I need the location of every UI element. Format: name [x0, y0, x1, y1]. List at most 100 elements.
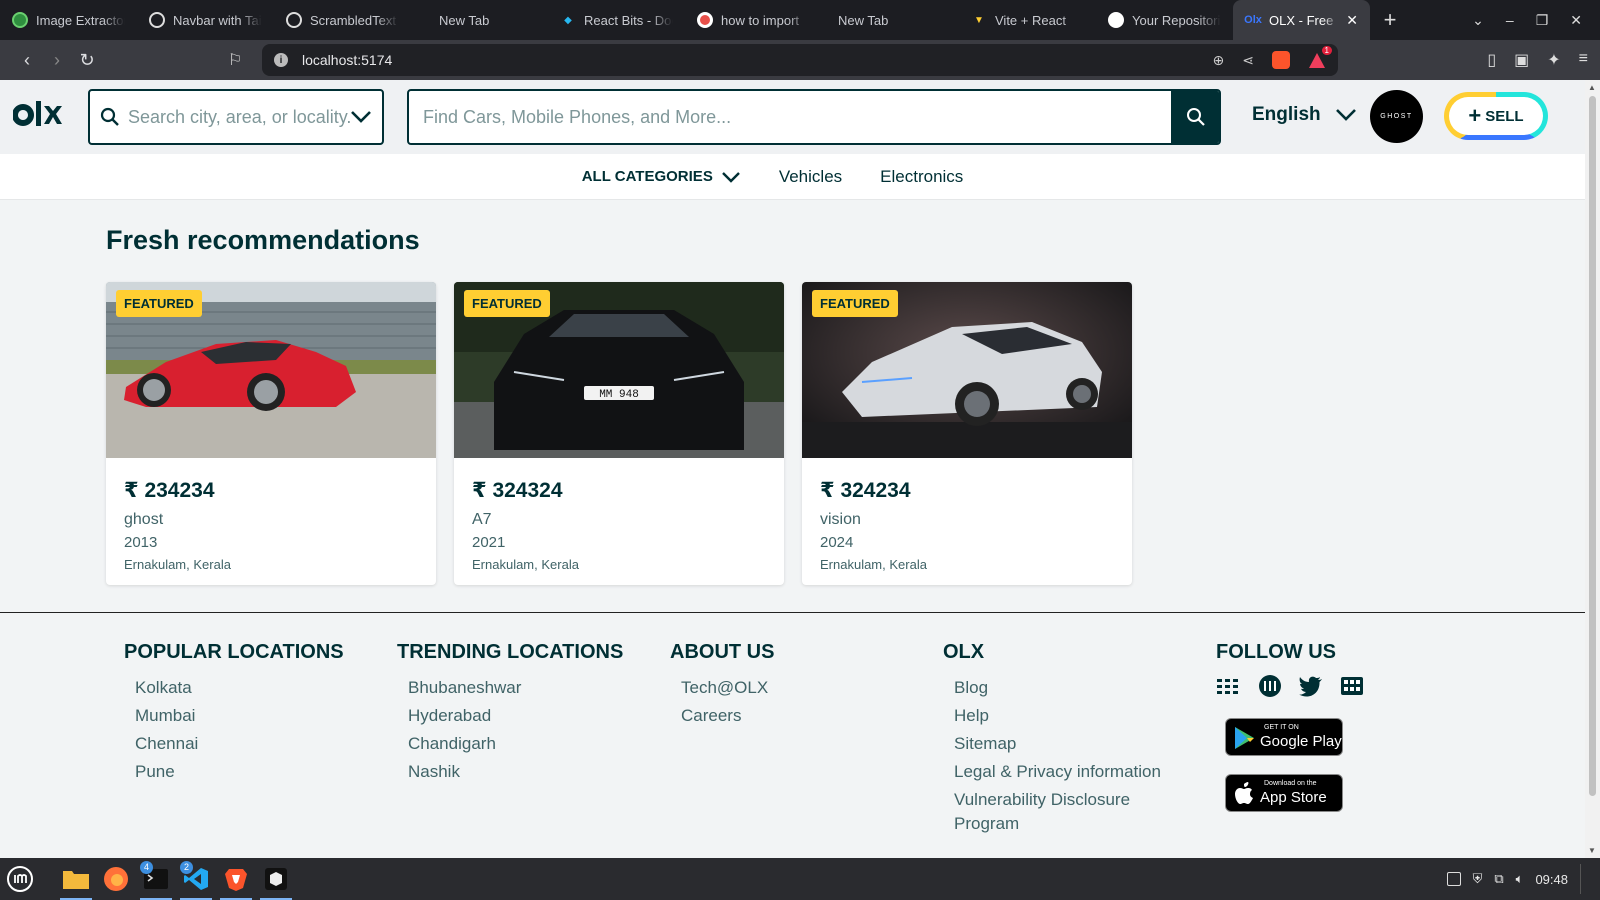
footer-link[interactable]: Pune	[135, 758, 344, 786]
brave-rewards-icon[interactable]: 1	[1308, 46, 1332, 69]
google-play-badge[interactable]: GET IT ON Google Play	[1225, 718, 1343, 756]
footer-link[interactable]: Bhubaneshwar	[408, 674, 623, 702]
footer-link[interactable]: Blog	[954, 674, 1161, 702]
back-icon[interactable]: ‹	[12, 50, 42, 71]
search-input[interactable]	[409, 106, 1171, 128]
avatar[interactable]: GHOST	[1370, 90, 1423, 143]
close-tab-icon[interactable]: ✕	[1346, 12, 1358, 29]
clipboard-icon[interactable]	[1446, 872, 1461, 886]
footer-link[interactable]: Help	[954, 702, 1161, 730]
search-button[interactable]	[1171, 91, 1219, 143]
location-input[interactable]	[128, 106, 350, 128]
scroll-down-icon[interactable]: ▼	[1588, 846, 1596, 855]
footer-link[interactable]: Vulnerability Disclosure Program	[954, 788, 1154, 836]
browser-tab[interactable]: New Tab	[822, 0, 959, 40]
browser-tab[interactable]: how to import	[685, 0, 822, 40]
featured-badge: FEATURED	[116, 290, 202, 317]
shield-icon[interactable]: ⛨	[1473, 871, 1483, 887]
footer-link[interactable]: Tech@OLX	[681, 674, 774, 702]
page-scrollbar[interactable]: ▲ ▼	[1585, 80, 1600, 858]
browser-tab[interactable]: Navbar with Tai	[137, 0, 274, 40]
terminal-app[interactable]: 4	[136, 858, 176, 900]
brave-app[interactable]	[216, 858, 256, 900]
site-info-icon[interactable]: i	[274, 53, 288, 67]
address-bar[interactable]: i localhost:5174 ⊕ ⋖ 1	[262, 44, 1338, 76]
listing-card[interactable]: FEATURED ₹ 234234 ghost 2013 Ernakulam, …	[106, 282, 436, 585]
chevron-down-icon	[1335, 109, 1356, 121]
footer-link[interactable]: Sitemap	[954, 730, 1161, 758]
category-link-vehicles[interactable]: Vehicles	[779, 167, 842, 187]
footer-link[interactable]: Hyderabad	[408, 702, 623, 730]
menu-icon[interactable]: ≡	[1579, 50, 1588, 70]
scroll-up-icon[interactable]: ▲	[1588, 83, 1596, 92]
license-plate-text: MM 948	[599, 389, 639, 401]
app-window[interactable]	[256, 858, 296, 900]
listing-title: vision	[820, 511, 861, 528]
app-store-badge[interactable]: Download on the App Store	[1225, 774, 1343, 812]
files-app[interactable]	[56, 858, 96, 900]
forward-icon[interactable]: ›	[42, 50, 72, 71]
sidebar-icon[interactable]: ▯	[1487, 50, 1496, 70]
all-categories-label: ALL CATEGORIES	[581, 168, 713, 185]
app-store-big: App Store	[1260, 789, 1327, 806]
listing-card[interactable]: FEATURED ₹ 324234 vision 2024 Ernakulam,…	[802, 282, 1132, 585]
footer-link[interactable]: Careers	[681, 702, 774, 730]
minimize-icon[interactable]: –	[1506, 12, 1514, 28]
listing-image: FEATURED	[802, 282, 1132, 458]
footer-link[interactable]: Chandigarh	[408, 730, 623, 758]
browser-tab[interactable]: ▼ Vite + React	[959, 0, 1096, 40]
bookmark-icon[interactable]: ⚐	[228, 50, 242, 70]
twitter-icon[interactable]	[1298, 674, 1324, 698]
share-icon[interactable]: ⋖	[1242, 52, 1254, 69]
brave-shields-icon[interactable]	[1272, 51, 1290, 69]
category-link-electronics[interactable]: Electronics	[880, 167, 963, 187]
sell-button[interactable]: + SELL	[1444, 92, 1548, 140]
github-icon	[1108, 12, 1124, 28]
maximize-icon[interactable]: ❐	[1536, 12, 1549, 29]
footer-link[interactable]: Chennai	[135, 730, 344, 758]
footer-link[interactable]: Kolkata	[135, 674, 344, 702]
zoom-icon[interactable]: ⊕	[1213, 52, 1225, 69]
language-selector[interactable]: English	[1252, 104, 1357, 126]
browser-tab[interactable]: New Tab	[411, 0, 548, 40]
tab-search-icon[interactable]: ⌄	[1472, 12, 1484, 29]
site-header: English GHOST + SELL	[0, 80, 1585, 154]
show-desktop-button[interactable]	[1580, 864, 1588, 894]
footer-olx: OLX Blog Help Sitemap Legal & Privacy in…	[943, 641, 1161, 836]
listing-title: ghost	[124, 511, 164, 528]
footer-link[interactable]: Nashik	[408, 758, 623, 786]
volume-icon[interactable]: 🔈︎	[1516, 871, 1524, 887]
wallet-icon[interactable]: ▣	[1514, 50, 1529, 70]
facebook-icon[interactable]	[1216, 674, 1242, 698]
new-tab-button[interactable]: +	[1370, 7, 1410, 33]
clock[interactable]: 09:48	[1535, 872, 1568, 887]
featured-badge: FEATURED	[464, 290, 550, 317]
chevron-down-icon[interactable]	[350, 110, 372, 124]
listing-grid: FEATURED ₹ 234234 ghost 2013 Ernakulam, …	[106, 282, 1132, 585]
perplexity-icon	[697, 12, 713, 28]
listing-card[interactable]: MM 948 FEATURED ₹ 324324 A7 2021 Ernakul…	[454, 282, 784, 585]
network-icon[interactable]: ⧉	[1494, 871, 1503, 887]
start-menu-button[interactable]	[0, 858, 40, 900]
listing-price: ₹ 234234	[124, 479, 215, 502]
listing-details: ₹ 324234 vision 2024 Ernakulam, Kerala	[802, 458, 1132, 572]
leo-ai-icon[interactable]: ✦	[1547, 50, 1560, 70]
footer-link[interactable]: Legal & Privacy information	[954, 758, 1161, 786]
firefox-app[interactable]	[96, 858, 136, 900]
vscode-app[interactable]: 2	[176, 858, 216, 900]
footer-link[interactable]: Mumbai	[135, 702, 344, 730]
browser-tab[interactable]: ◆ React Bits - Doc	[548, 0, 685, 40]
browser-tab[interactable]: Image Extractor	[0, 0, 137, 40]
main-search	[407, 89, 1221, 145]
react-bits-icon: ◆	[564, 14, 572, 26]
close-window-icon[interactable]: ✕	[1570, 12, 1582, 29]
olx-logo[interactable]	[13, 98, 67, 134]
browser-tab[interactable]: Your Repositori	[1096, 0, 1233, 40]
youtube-icon[interactable]	[1340, 674, 1364, 698]
instagram-icon[interactable]	[1258, 674, 1282, 698]
all-categories-dropdown[interactable]: ALL CATEGORIES	[582, 168, 741, 185]
reload-icon[interactable]: ↻	[72, 50, 102, 71]
browser-tab-active[interactable]: Olx OLX - Free ✕	[1233, 0, 1370, 40]
scroll-thumb[interactable]	[1589, 96, 1596, 796]
browser-tab[interactable]: ScrambledText	[274, 0, 411, 40]
